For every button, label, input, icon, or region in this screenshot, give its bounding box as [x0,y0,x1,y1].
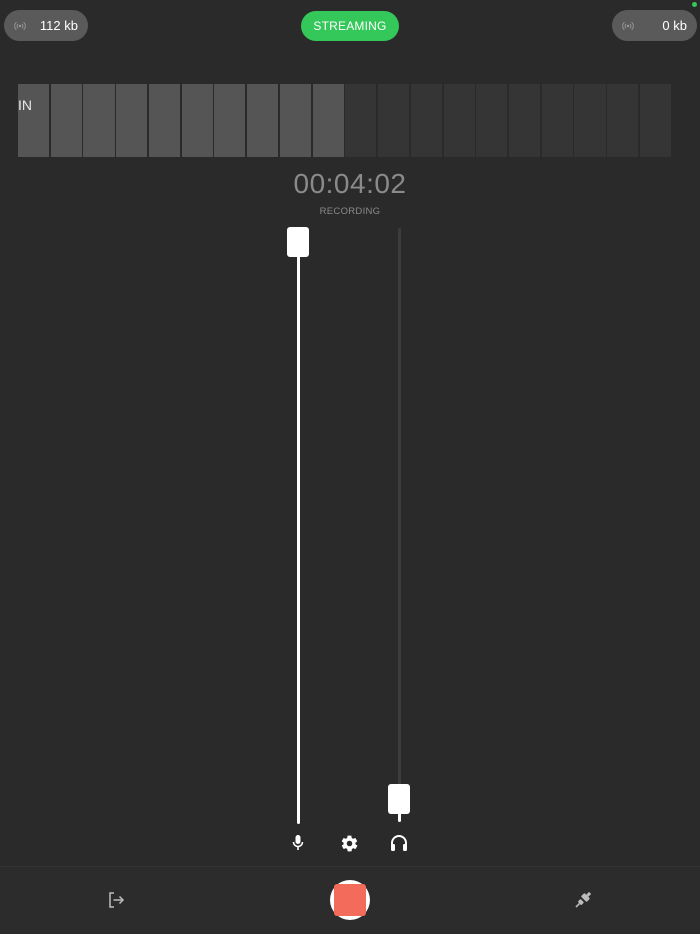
microphone-icon[interactable] [289,833,307,853]
meter-segment [574,84,606,157]
meter-segment [541,84,573,157]
input-level-meter [18,84,671,157]
meter-segment [279,84,311,157]
input-data-pill[interactable]: 112 kb [4,10,88,41]
headphone-volume-thumb[interactable] [388,784,410,814]
meter-segment [443,84,475,157]
mic-volume-thumb[interactable] [287,227,309,257]
record-stop-icon [334,884,366,916]
meter-segment [18,84,50,157]
meter-segment [148,84,180,157]
meter-segment [476,84,508,157]
output-data-pill[interactable]: 0 kb [612,10,697,41]
meter-segment [247,84,279,157]
record-stop-button[interactable] [330,880,370,920]
broadcast-icon [622,21,634,31]
exit-icon[interactable] [106,890,126,910]
plug-icon[interactable] [572,889,594,911]
recording-status: RECORDING [319,206,381,217]
meter-segment [639,84,671,157]
meter-segment [378,84,410,157]
meter-segment [214,84,246,157]
meter-label: IN [18,97,32,113]
gear-icon[interactable] [339,833,359,853]
input-bytes-value: 112 kb [39,18,78,33]
meter-segment [607,84,639,157]
meter-segment [509,84,541,157]
app-screen: 112 kb STREAMING 0 kb IN 00:04:02 RECORD… [0,0,700,934]
meter-segment [83,84,115,157]
meter-segment [345,84,377,157]
output-bytes-value: 0 kb [662,18,687,33]
streaming-button[interactable]: STREAMING [301,11,399,41]
meter-segment [410,84,442,157]
headphones-icon[interactable] [388,833,409,853]
broadcast-icon [14,21,26,31]
status-indicator-dot [692,2,697,7]
elapsed-timer: 00:04:02 [293,168,407,199]
meter-segment [312,84,344,157]
meter-segment [50,84,82,157]
mic-volume-track[interactable] [297,232,300,824]
meter-segment [181,84,213,157]
headphone-volume-track[interactable] [397,228,401,822]
meter-segment [116,84,148,157]
